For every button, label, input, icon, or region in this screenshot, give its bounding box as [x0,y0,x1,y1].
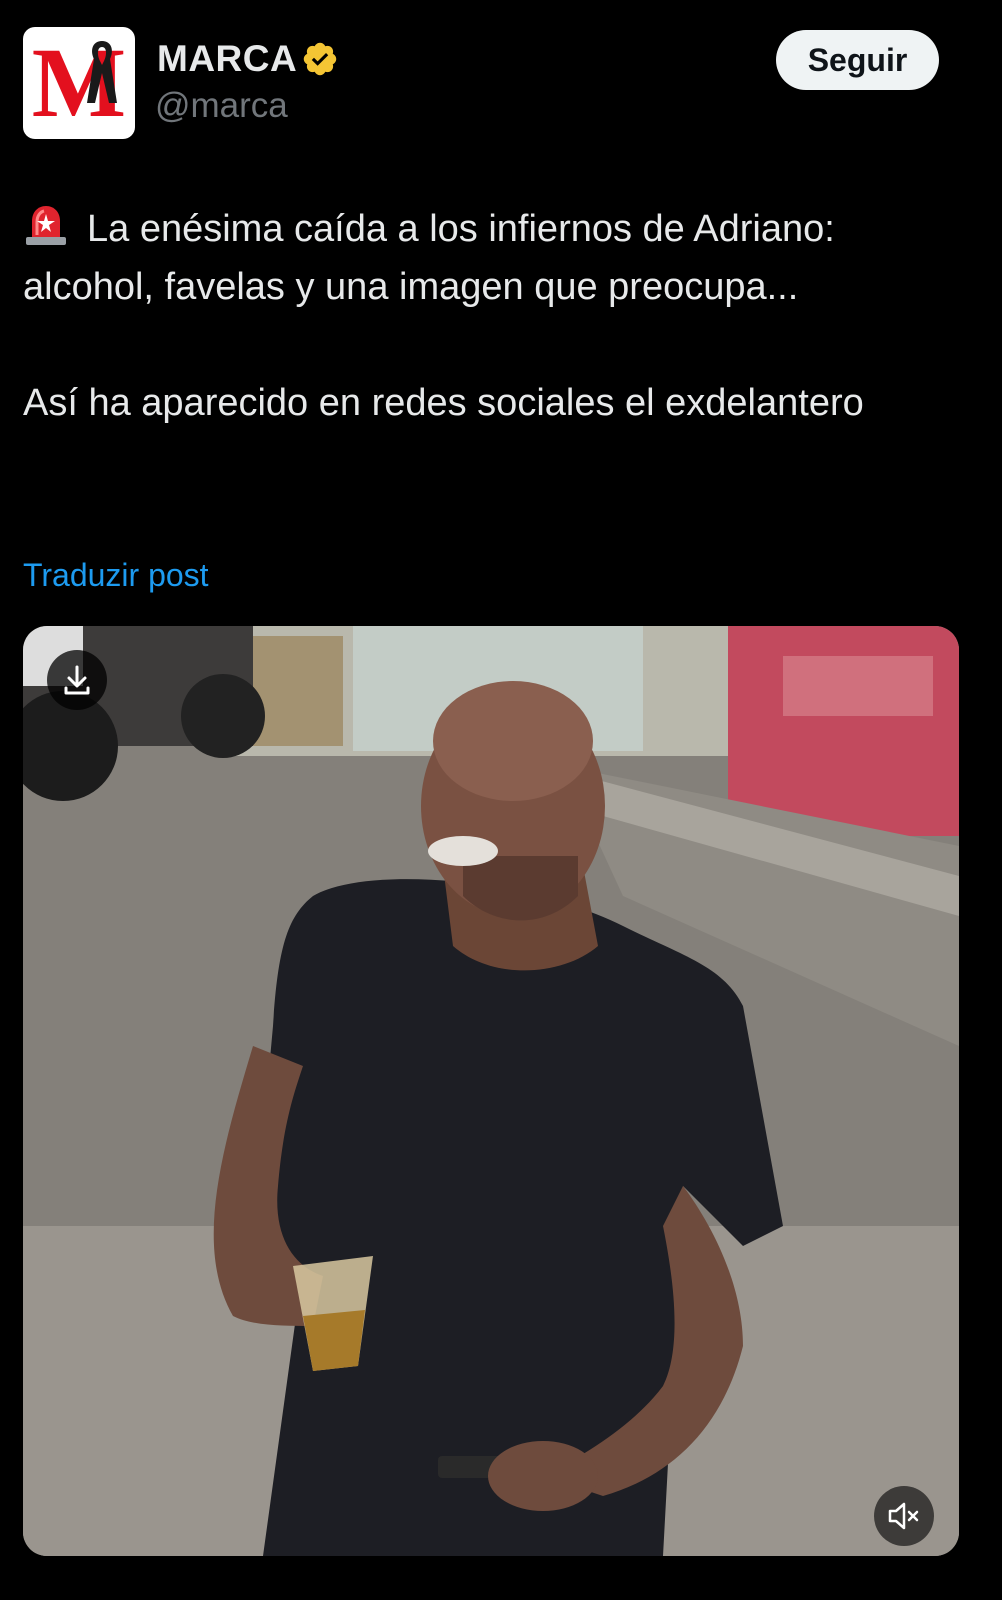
muted-speaker-icon [888,1502,919,1530]
handle[interactable]: @marca [155,86,288,126]
video-player[interactable] [23,626,959,1556]
video-frame [23,626,959,1556]
post-text: La enésima caída a los infiernos de Adri… [23,200,973,432]
avatar[interactable]: M [23,27,135,139]
post-paragraph: Así ha aparecido en redes sociales el ex… [23,382,864,424]
post-paragraph: La enésima caída a los infiernos de Adri… [23,200,973,316]
download-button[interactable] [47,650,107,710]
siren-icon [26,206,66,245]
translate-post-link[interactable]: Traduzir post [23,557,209,594]
mute-toggle-button[interactable] [874,1486,934,1546]
post-paragraph-text: La enésima caída a los infiernos de Adri… [23,208,835,308]
mourning-ribbon-icon [87,41,117,103]
verified-badge-icon [303,42,337,76]
download-icon [64,665,90,695]
display-name[interactable]: MARCA [157,38,297,80]
follow-button[interactable]: Seguir [776,30,939,90]
